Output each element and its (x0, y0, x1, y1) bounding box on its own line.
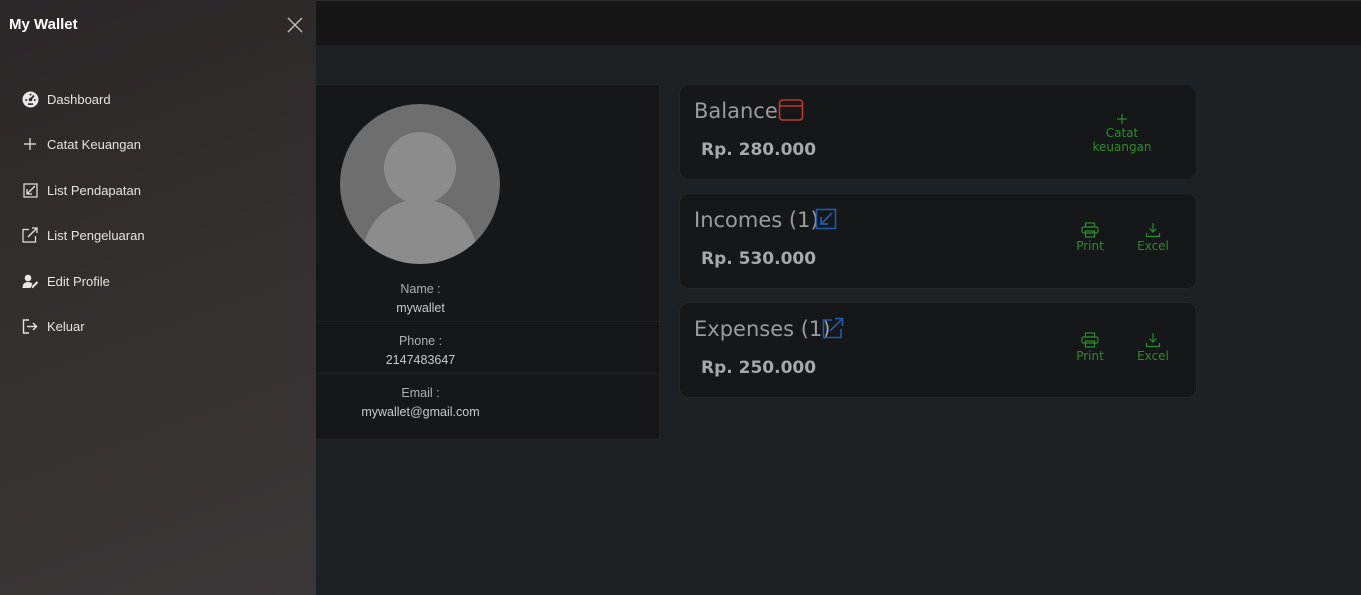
plus-icon (1117, 114, 1127, 124)
plus-icon (21, 135, 39, 153)
download-icon (1145, 223, 1161, 238)
download-icon (1145, 333, 1161, 348)
expenses-excel-button[interactable]: Excel (1135, 332, 1171, 363)
sidebar-item-label: Edit Profile (47, 273, 110, 289)
printer-icon (1081, 332, 1099, 348)
catat-keuangan-label: Catat keuangan (1092, 126, 1152, 154)
expenses-amount: Rp. 250.000 (701, 358, 817, 378)
excel-label: Excel (1137, 239, 1169, 253)
sidebar-item-label: Keluar (47, 318, 85, 334)
sidebar-title: My Wallet (9, 16, 78, 33)
sidebar-item-label: List Pendapatan (47, 182, 141, 198)
sidebar-item-dashboard[interactable]: Dashboard (21, 88, 111, 110)
external-link-icon (822, 317, 844, 339)
dashboard-icon (21, 90, 39, 108)
expenses-card: Expenses (1) Rp. 250.000 Print Excel (679, 302, 1197, 398)
incomes-title: Incomes (1) (694, 208, 819, 232)
balance-title: Balance (694, 99, 778, 123)
sidebar-item-label: Catat Keuangan (47, 136, 141, 152)
sidebar-item-catat-keuangan[interactable]: Catat Keuangan (21, 133, 141, 155)
wallet-icon (778, 99, 804, 121)
incomes-excel-button[interactable]: Excel (1135, 222, 1171, 253)
sidebar-item-keluar[interactable]: Keluar (21, 315, 85, 337)
printer-icon (1081, 222, 1099, 238)
sidebar-item-label: List Pengeluaran (47, 227, 145, 243)
external-link-icon (21, 226, 39, 244)
print-label: Print (1076, 349, 1104, 363)
incomes-amount: Rp. 530.000 (701, 249, 817, 269)
sidebar-item-label: Dashboard (47, 91, 111, 107)
balance-amount: Rp. 280.000 (701, 140, 817, 160)
user-edit-icon (21, 272, 39, 290)
expenses-title: Expenses (1) (694, 317, 831, 341)
sidebar-item-list-pengeluaran[interactable]: List Pengeluaran (21, 224, 145, 246)
incomes-print-button[interactable]: Print (1072, 222, 1108, 253)
incoming-arrow-icon (815, 208, 837, 230)
balance-card: Balance Rp. 280.000 Catat keuangan (679, 84, 1197, 180)
expenses-print-button[interactable]: Print (1072, 332, 1108, 363)
catat-keuangan-button[interactable]: Catat keuangan (1076, 113, 1168, 154)
sidebar-item-edit-profile[interactable]: Edit Profile (21, 270, 110, 292)
logout-icon (21, 317, 39, 335)
incomes-card: Incomes (1) Rp. 530.000 Print Excel (679, 193, 1197, 289)
avatar-body (363, 199, 477, 264)
avatar (340, 104, 500, 264)
excel-label: Excel (1137, 349, 1169, 363)
sidebar-item-list-pendapatan[interactable]: List Pendapatan (21, 179, 141, 201)
close-icon[interactable] (286, 16, 304, 34)
avatar-head (384, 132, 456, 204)
print-label: Print (1076, 239, 1104, 253)
sidebar-drawer: My Wallet Dashboard Catat Keuangan List … (0, 0, 316, 595)
incoming-arrow-icon (21, 181, 39, 199)
